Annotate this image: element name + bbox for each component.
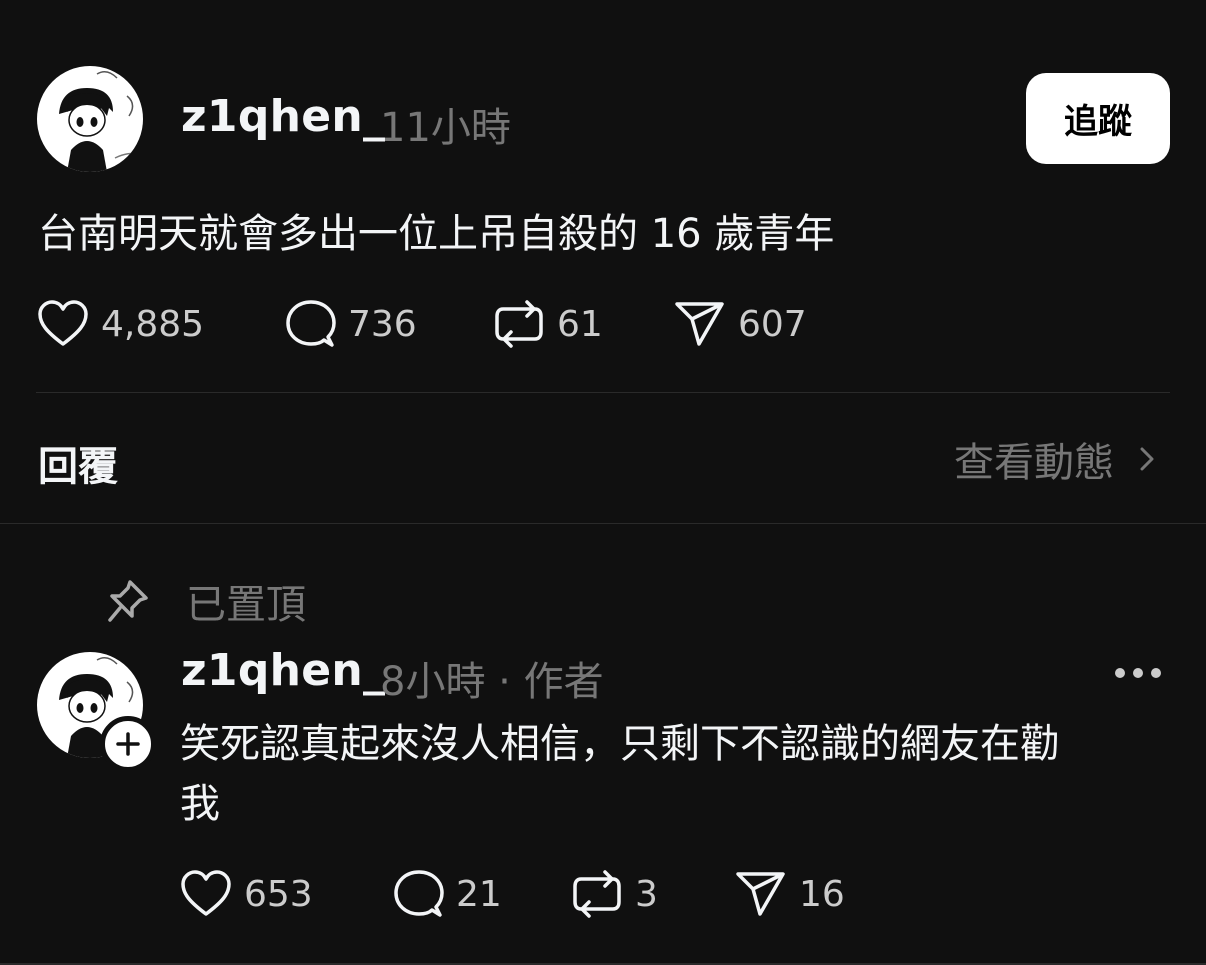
comment-icon: [394, 870, 444, 917]
reply-like-count: 653: [244, 873, 313, 915]
post-text: 台南明天就會多出一位上吊自殺的 16 歲青年: [38, 211, 835, 257]
plus-icon: [116, 732, 140, 756]
more-icon[interactable]: [1112, 660, 1164, 686]
like-count: 4,885: [101, 303, 205, 345]
follow-plus-button[interactable]: [100, 716, 156, 772]
comment-count: 736: [348, 303, 417, 345]
repost-button[interactable]: 61: [493, 299, 603, 349]
pin-icon: [108, 580, 148, 622]
reply-text-line2: 我: [180, 781, 220, 827]
view-activity-link[interactable]: 查看動態: [954, 430, 1166, 488]
post-avatar[interactable]: [37, 66, 143, 172]
reply-text-line1: 笑死認真起來沒人相信，只剩下不認識的網友在勸: [180, 721, 1060, 767]
post-actions: 4,885 736 61 607: [37, 299, 837, 349]
share-count: 607: [738, 303, 807, 345]
comment-button[interactable]: 736: [284, 299, 417, 349]
thread-page: z1qhen_ 11小時 追蹤 台南明天就會多出一位上吊自殺的 16 歲青年 4…: [0, 0, 1206, 965]
comment-icon: [286, 300, 336, 347]
heart-icon: [181, 870, 231, 916]
post-timestamp: 11小時: [380, 105, 511, 151]
replies-title: 回覆: [38, 444, 118, 490]
repost-count: 61: [557, 303, 603, 345]
reply-share-button[interactable]: 16: [735, 869, 845, 919]
pinned-label: 已置頂: [186, 582, 306, 628]
divider: [36, 392, 1170, 393]
reply-repost-button[interactable]: 3: [571, 869, 658, 919]
repost-icon: [573, 870, 621, 918]
reply-share-count: 16: [799, 873, 845, 915]
heart-icon: [38, 300, 88, 346]
share-icon: [736, 872, 785, 916]
pinned-indicator: 已置頂: [106, 572, 306, 630]
reply-actions: 653 21 3 16: [180, 869, 880, 919]
section-divider: [0, 523, 1206, 524]
post-username[interactable]: z1qhen_: [181, 91, 385, 142]
reply-meta: 8小時 · 作者: [380, 659, 604, 705]
follow-button[interactable]: 追蹤: [1026, 73, 1170, 164]
view-activity-label: 查看動態: [954, 440, 1114, 486]
reply-repost-count: 3: [635, 873, 658, 915]
reply-comment-count: 21: [456, 873, 502, 915]
share-icon: [675, 302, 724, 346]
repost-icon: [495, 300, 543, 348]
like-button[interactable]: 4,885: [37, 299, 204, 349]
reply-comment-button[interactable]: 21: [392, 869, 502, 919]
reply-like-button[interactable]: 653: [180, 869, 313, 919]
share-button[interactable]: 607: [674, 299, 807, 349]
reply-username[interactable]: z1qhen_: [181, 645, 385, 696]
chevron-right-icon: [1140, 447, 1154, 471]
